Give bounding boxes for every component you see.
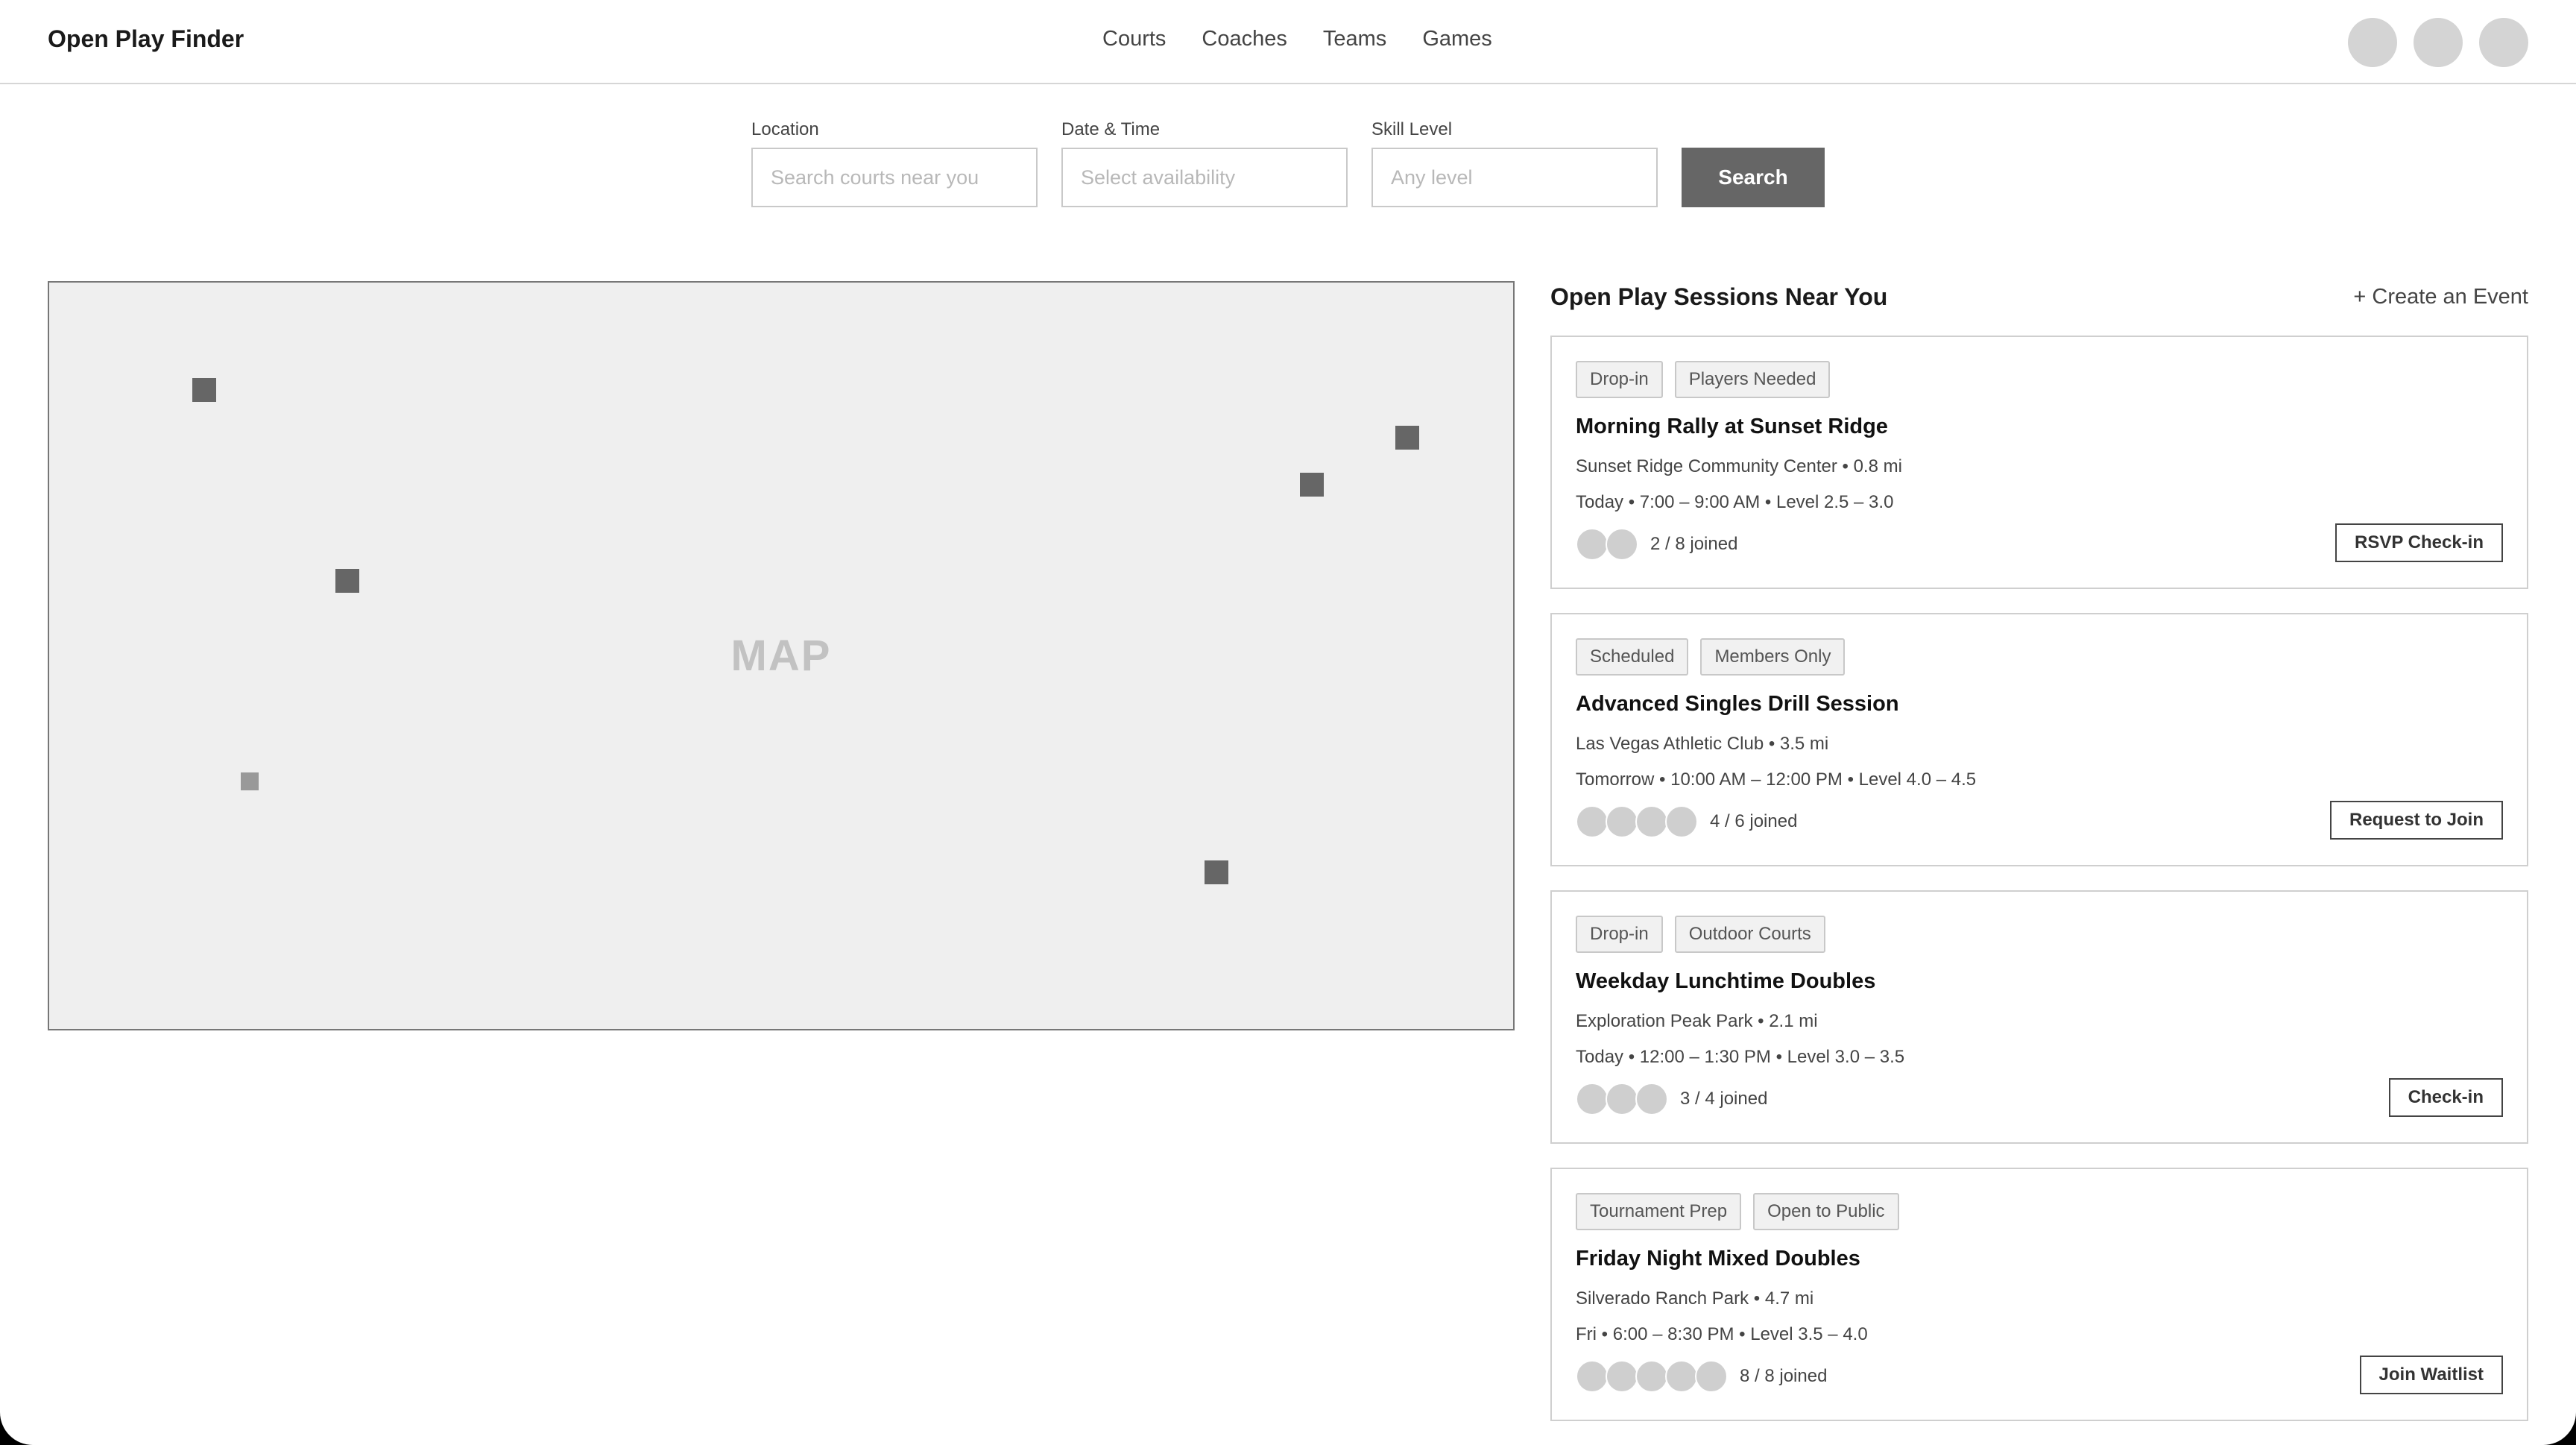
map-marker[interactable] <box>241 772 259 790</box>
location-field: Location <box>751 119 1038 207</box>
avatar <box>1606 1360 1638 1393</box>
datetime-input[interactable] <box>1061 148 1348 207</box>
avatar <box>1635 1083 1668 1115</box>
attendee-avatars <box>1576 1360 1728 1393</box>
top-header: Open Play Finder Courts Coaches Teams Ga… <box>0 0 2576 84</box>
avatar <box>1576 528 1609 561</box>
avatar <box>1695 1360 1728 1393</box>
search-bar: Location Date & Time Skill Level Search <box>751 119 1825 207</box>
session-attendance: 3 / 4 joined <box>1576 1083 1767 1115</box>
search-button[interactable]: Search <box>1682 148 1825 207</box>
session-tag: Players Needed <box>1674 361 1831 398</box>
session-tag: Open to Public <box>1753 1193 1899 1230</box>
avatar <box>1576 1083 1609 1115</box>
datetime-label: Date & Time <box>1061 119 1161 139</box>
header-actions <box>2332 18 2528 67</box>
session-tag: Tournament Prep <box>1576 1193 1742 1230</box>
session-title[interactable]: Friday Night Mixed Doubles <box>1576 1247 1860 1271</box>
session-title[interactable]: Morning Rally at Sunset Ridge <box>1576 415 1888 439</box>
avatar <box>1635 805 1668 838</box>
joined-count: 3 / 4 joined <box>1680 1089 1768 1109</box>
map-marker[interactable] <box>1395 426 1419 450</box>
avatar[interactable] <box>2479 18 2528 67</box>
session-time: Today • 7:00 – 9:00 AM • Level 2.5 – 3.0 <box>1576 492 1894 512</box>
session-card[interactable]: Drop-in Players Needed Morning Rally at … <box>1550 336 2528 589</box>
create-event-link[interactable]: + Create an Event <box>2353 285 2528 309</box>
session-title[interactable]: Advanced Singles Drill Session <box>1576 692 1899 717</box>
session-tag: Drop-in <box>1576 361 1663 398</box>
session-time: Today • 12:00 – 1:30 PM • Level 3.0 – 3.… <box>1576 1047 1905 1067</box>
session-attendance: 2 / 8 joined <box>1576 528 1737 561</box>
session-tag: Drop-in <box>1576 916 1663 953</box>
attendee-avatars <box>1576 1083 1668 1115</box>
main-nav: Courts Coaches Teams Games <box>1102 27 1528 51</box>
avatar <box>1576 805 1609 838</box>
map-view[interactable]: MAP <box>48 281 1515 1030</box>
avatar <box>1665 1360 1698 1393</box>
session-tags: Drop-in Players Needed <box>1576 361 1842 398</box>
avatar[interactable] <box>2414 18 2463 67</box>
session-attendance: 4 / 6 joined <box>1576 805 1797 838</box>
session-tags: Drop-in Outdoor Courts <box>1576 916 1837 953</box>
location-input[interactable] <box>751 148 1038 207</box>
skill-input[interactable] <box>1371 148 1658 207</box>
avatar[interactable] <box>2348 18 2397 67</box>
session-time: Fri • 6:00 – 8:30 PM • Level 3.5 – 4.0 <box>1576 1324 1868 1344</box>
rsvp-checkin-button[interactable]: RSVP Check-in <box>2335 523 2503 562</box>
nav-coaches[interactable]: Coaches <box>1202 27 1287 51</box>
app-window: Open Play Finder Courts Coaches Teams Ga… <box>0 0 2576 1445</box>
nav-courts[interactable]: Courts <box>1102 27 1166 51</box>
avatar <box>1665 805 1698 838</box>
avatar <box>1606 1083 1638 1115</box>
session-tag: Outdoor Courts <box>1674 916 1825 953</box>
joined-count: 4 / 6 joined <box>1710 811 1798 831</box>
joined-count: 2 / 8 joined <box>1650 534 1738 554</box>
session-tags: Tournament Prep Open to Public <box>1576 1193 1911 1230</box>
session-location: Silverado Ranch Park • 4.7 mi <box>1576 1288 1814 1309</box>
map-placeholder-label: MAP <box>730 632 832 680</box>
session-card[interactable]: Drop-in Outdoor Courts Weekday Lunchtime… <box>1550 890 2528 1144</box>
nav-games[interactable]: Games <box>1422 27 1491 51</box>
avatar <box>1576 1360 1609 1393</box>
session-card[interactable]: Tournament Prep Open to Public Friday Ni… <box>1550 1168 2528 1421</box>
session-tag: Members Only <box>1700 638 1846 676</box>
session-location: Sunset Ridge Community Center • 0.8 mi <box>1576 456 1902 476</box>
session-location: Exploration Peak Park • 2.1 mi <box>1576 1011 1818 1031</box>
attendee-avatars <box>1576 805 1698 838</box>
sessions-panel: Open Play Sessions Near You + Create an … <box>1550 281 2528 1421</box>
session-tag: Scheduled <box>1576 638 1689 676</box>
checkin-button[interactable]: Check-in <box>2388 1078 2503 1117</box>
avatar <box>1606 528 1638 561</box>
avatar <box>1606 805 1638 838</box>
map-marker[interactable] <box>1205 860 1228 884</box>
sessions-title: Open Play Sessions Near You <box>1550 283 1888 310</box>
request-to-join-button[interactable]: Request to Join <box>2329 801 2503 840</box>
nav-teams[interactable]: Teams <box>1323 27 1386 51</box>
skill-field: Skill Level <box>1371 119 1658 207</box>
skill-label: Skill Level <box>1371 119 1453 139</box>
join-waitlist-button[interactable]: Join Waitlist <box>2359 1356 2503 1394</box>
session-time: Tomorrow • 10:00 AM – 12:00 PM • Level 4… <box>1576 769 1977 790</box>
session-title[interactable]: Weekday Lunchtime Doubles <box>1576 969 1875 994</box>
brand-logo[interactable]: Open Play Finder <box>48 25 244 53</box>
location-label: Location <box>751 119 819 139</box>
joined-count: 8 / 8 joined <box>1740 1366 1828 1386</box>
session-tags: Scheduled Members Only <box>1576 638 1857 676</box>
sessions-header: Open Play Sessions Near You + Create an … <box>1550 281 2528 312</box>
attendee-avatars <box>1576 528 1638 561</box>
session-card[interactable]: Scheduled Members Only Advanced Singles … <box>1550 613 2528 866</box>
map-marker[interactable] <box>335 569 359 593</box>
datetime-field: Date & Time <box>1061 119 1348 207</box>
map-marker[interactable] <box>192 378 216 402</box>
session-attendance: 8 / 8 joined <box>1576 1360 1827 1393</box>
session-location: Las Vegas Athletic Club • 3.5 mi <box>1576 734 1829 754</box>
avatar <box>1635 1360 1668 1393</box>
map-marker[interactable] <box>1300 473 1324 497</box>
